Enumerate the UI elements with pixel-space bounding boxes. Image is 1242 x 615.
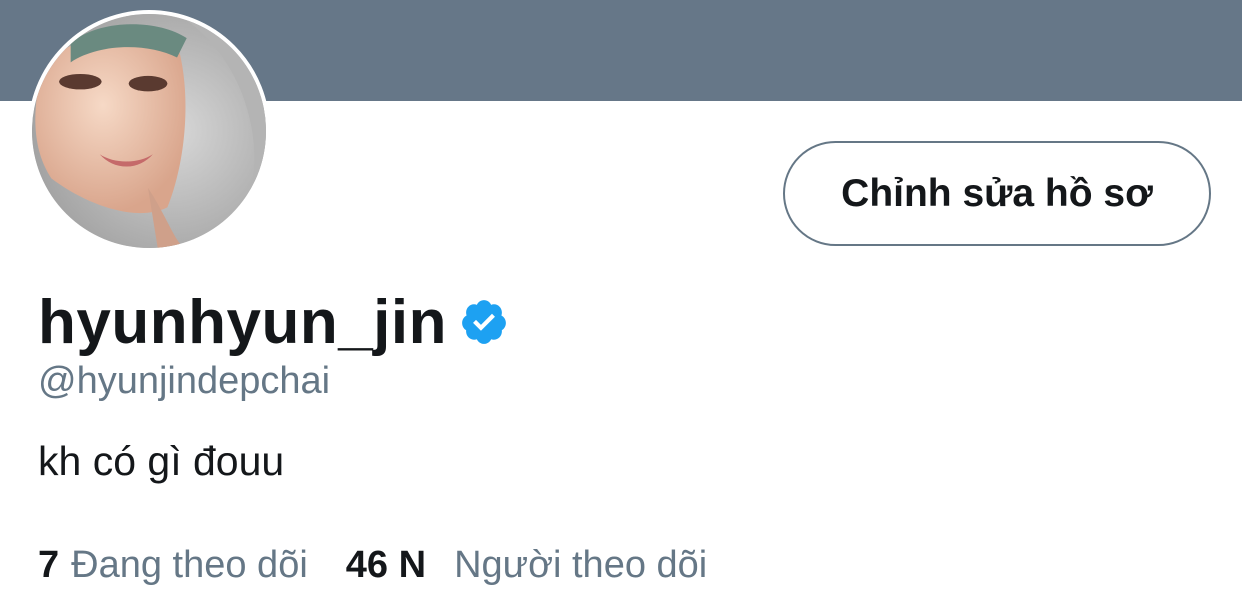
profile-bio: kh có gì đouu [38,438,285,484]
profile-handle: @hyunjindepchai [38,360,331,402]
edit-profile-button[interactable]: Chỉnh sửa hồ sơ [783,141,1211,246]
name-row: hyunhyun_jin [38,282,509,362]
followers-label: Người theo dõi [454,543,708,586]
edit-profile-button-label: Chỉnh sửa hồ sơ [841,171,1153,215]
profile-page: Chỉnh sửa hồ sơ hyunhyun_jin @hyunjindep… [0,0,1242,615]
followers-link[interactable]: 46 N Người theo dõi [346,544,707,587]
profile-stats: 7 Đang theo dõi 46 N Người theo dõi [38,538,707,592]
followers-count: 46 N [345,543,427,586]
avatar[interactable] [28,10,270,252]
following-label: Đang theo dõi [71,543,308,586]
avatar-photo [32,14,266,248]
display-name: hyunhyun_jin [38,287,447,357]
verified-badge-icon [459,297,509,347]
following-link[interactable]: 7 Đang theo dõi [38,544,308,587]
following-count: 7 [38,543,60,586]
